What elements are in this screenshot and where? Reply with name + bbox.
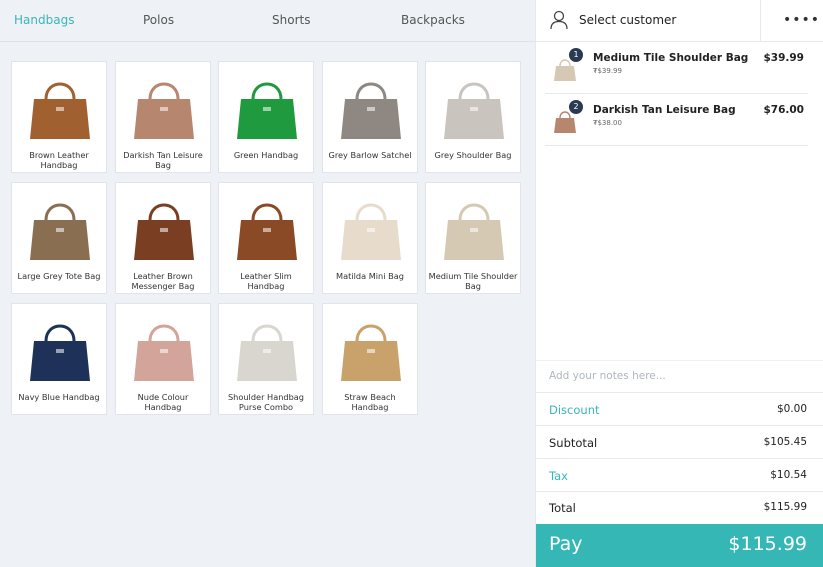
order-line-name: Medium Tile Shoulder Bag (593, 52, 749, 64)
pay-amount: $115.99 (728, 533, 807, 555)
tab-backpacks[interactable]: Backpacks (401, 13, 465, 27)
notes-area (536, 360, 823, 393)
product-image (30, 324, 90, 381)
product-name: Green Handbag (233, 150, 299, 160)
order-line[interactable]: 1 Medium Tile Shoulder Bag ₮$39.99 $39.99 (545, 42, 808, 94)
select-customer-label: Select customer (579, 13, 677, 27)
product-image (341, 324, 401, 381)
more-dots-icon: •••• (783, 12, 821, 28)
product-card[interactable]: Straw Beach Handbag (322, 303, 418, 415)
product-name: Darkish Tan Leisure Bag (123, 150, 203, 170)
order-line-name: Darkish Tan Leisure Bag (593, 104, 736, 116)
pay-label: Pay (549, 533, 583, 555)
tax-link[interactable]: Tax (549, 469, 568, 483)
discount-link[interactable]: Discount (549, 403, 600, 417)
product-name: Nude Colour Handbag (137, 392, 189, 412)
product-card[interactable]: Leather Brown Messenger Bag (115, 182, 211, 294)
product-image (444, 82, 504, 139)
subtotal-value: $105.45 (763, 436, 807, 448)
subtotal-row: Subtotal $105.45 (536, 426, 823, 459)
pay-button[interactable]: Pay $115.99 (536, 524, 823, 567)
product-image (134, 203, 194, 260)
quantity-badge: 1 (569, 48, 583, 62)
product-card[interactable]: Matilda Mini Bag (322, 182, 418, 294)
quantity-badge: 2 (569, 100, 583, 114)
product-image (341, 82, 401, 139)
tax-value: $10.54 (770, 469, 807, 481)
product-name: Medium Tile Shoulder Bag (428, 271, 518, 291)
product-card[interactable]: Shoulder Handbag Purse Combo (218, 303, 314, 415)
product-image (444, 203, 504, 260)
tab-polos[interactable]: Polos (143, 13, 174, 27)
tab-shorts[interactable]: Shorts (272, 13, 310, 27)
product-image (237, 203, 297, 260)
product-name: Large Grey Tote Bag (17, 271, 101, 281)
order-line-unit-price: ₮$39.99 (593, 67, 622, 75)
product-name: Leather Slim Handbag (240, 271, 292, 291)
product-card[interactable]: Nude Colour Handbag (115, 303, 211, 415)
more-options-button[interactable]: •••• (760, 0, 823, 42)
order-line[interactable]: 2 Darkish Tan Leisure Bag ₮$38.00 $76.00 (545, 94, 808, 146)
product-image (30, 82, 90, 139)
product-name: Grey Barlow Satchel (328, 150, 412, 160)
order-panel: Select customer •••• 1 Medium Tile Should… (535, 0, 823, 567)
product-image (134, 324, 194, 381)
notes-input[interactable] (549, 361, 809, 391)
product-name: Shoulder Handbag Purse Combo (227, 392, 305, 412)
product-card[interactable]: Navy Blue Handbag (11, 303, 107, 415)
discount-row: Discount $0.00 (536, 393, 823, 426)
product-image (237, 324, 297, 381)
product-card[interactable]: Grey Shoulder Bag (425, 61, 521, 173)
product-image (134, 82, 194, 139)
product-name: Straw Beach Handbag (344, 392, 396, 412)
product-name: Grey Shoulder Bag (434, 150, 512, 160)
product-name: Leather Brown Messenger Bag (131, 271, 195, 291)
tab-handbags[interactable]: Handbags (14, 13, 74, 27)
customer-bar: Select customer •••• (536, 0, 823, 42)
subtotal-label: Subtotal (549, 436, 598, 450)
product-card[interactable]: Darkish Tan Leisure Bag (115, 61, 211, 173)
total-row: Total $115.99 (536, 491, 823, 524)
product-card[interactable]: Large Grey Tote Bag (11, 182, 107, 294)
product-name: Brown Leather Handbag (29, 150, 89, 170)
product-image (237, 82, 297, 139)
total-label: Total (549, 501, 576, 515)
product-name: Matilda Mini Bag (336, 271, 404, 281)
product-card[interactable]: Medium Tile Shoulder Bag (425, 182, 521, 294)
product-card[interactable]: Grey Barlow Satchel (322, 61, 418, 173)
tax-row: Tax $10.54 (536, 459, 823, 492)
discount-value: $0.00 (776, 403, 807, 415)
order-line-total: $39.99 (763, 52, 804, 64)
product-card[interactable]: Brown Leather Handbag (11, 61, 107, 173)
product-image (30, 203, 90, 260)
select-customer-button[interactable]: Select customer (536, 0, 760, 42)
person-icon (550, 10, 568, 30)
product-image (341, 203, 401, 260)
product-panel: Handbags Polos Shorts Backpacks Brown Le… (0, 0, 535, 567)
product-card[interactable]: Green Handbag (218, 61, 314, 173)
total-value: $115.99 (763, 501, 807, 513)
order-line-total: $76.00 (763, 104, 804, 116)
order-line-unit-price: ₮$38.00 (593, 119, 622, 127)
product-card[interactable]: Leather Slim Handbag (218, 182, 314, 294)
category-tabs: Handbags Polos Shorts Backpacks (0, 0, 535, 42)
product-name: Navy Blue Handbag (18, 392, 100, 402)
